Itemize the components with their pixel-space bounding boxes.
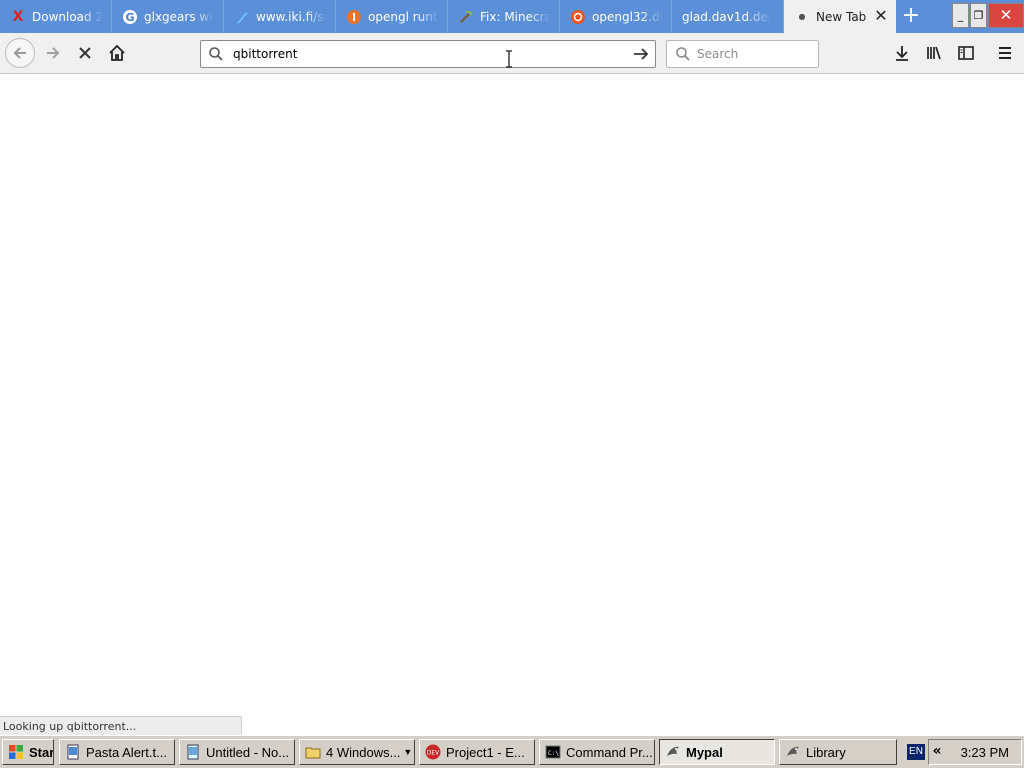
status-bar: Looking up qbittorrent...: [0, 716, 242, 735]
windows-logo-icon: [9, 745, 23, 759]
taskbar-item-untitled-notepad[interactable]: Untitled - No...: [179, 739, 295, 765]
mypal-icon: [667, 746, 679, 756]
taskbar-item-command-prompt[interactable]: C:\ Command Pr...: [539, 739, 655, 765]
sidebar-button[interactable]: [951, 39, 981, 67]
tab-fix-minecraft[interactable]: Fix: Minecraft: [448, 0, 560, 33]
restore-button[interactable]: ❐: [970, 3, 987, 28]
svg-text:G: G: [125, 11, 134, 24]
text-cursor-icon: [506, 50, 512, 68]
start-label: Start: [29, 744, 54, 760]
home-button[interactable]: [102, 39, 132, 67]
hamburger-menu-icon: [999, 47, 1011, 59]
tab-title: opengl32.dll fr: [592, 9, 663, 24]
search-bar[interactable]: [666, 40, 819, 68]
page-content: [0, 74, 1024, 735]
tab-opengl32[interactable]: opengl32.dll fr: [560, 0, 672, 33]
chevron-down-icon: ▼: [403, 747, 413, 757]
taskbar-item-label: Command Pr...: [566, 744, 653, 760]
search-input[interactable]: [697, 45, 807, 63]
svg-text:C:\: C:\: [548, 750, 559, 757]
folder-icon: [305, 747, 321, 759]
tab-title: www.iki.fi/sol: [256, 9, 327, 24]
mypal-icon: [787, 746, 799, 756]
tab-iki[interactable]: www.iki.fi/sol: [224, 0, 336, 33]
menu-button[interactable]: [990, 39, 1020, 67]
tab-title: Fix: Minecraft: [480, 9, 551, 24]
taskbar-item-mypal[interactable]: Mypal: [659, 739, 775, 765]
clock[interactable]: 3:23 PM: [961, 745, 1009, 760]
pickaxe-icon: [458, 9, 474, 25]
tab-new-tab[interactable]: ● New Tab ✕: [784, 0, 896, 33]
ubuntu-icon: [570, 9, 586, 25]
downloads-button[interactable]: [887, 39, 917, 67]
download-arrow-icon: [896, 46, 908, 61]
taskbar-item-label: Pasta Alert.t...: [86, 744, 167, 760]
search-icon: [209, 47, 223, 61]
close-window-button[interactable]: ✕: [988, 3, 1024, 28]
go-arrow-icon[interactable]: [632, 45, 650, 63]
tab-opengl-runtime[interactable]: opengl runtime: [336, 0, 448, 33]
taskbar-item-project1[interactable]: DEV Project1 - E...: [419, 739, 535, 765]
taskbar: Start Pasta Alert.t... Untitled - No... …: [0, 735, 1024, 768]
tab-title: New Tab: [816, 9, 867, 24]
arrow-right-icon: [47, 47, 60, 59]
library-button[interactable]: [919, 39, 949, 67]
tab-glad[interactable]: glad.dav1d.de/: [672, 0, 784, 33]
taskbar-item-label: Library: [806, 744, 846, 760]
google-icon: G: [122, 9, 138, 25]
tab-title: glad.dav1d.de/: [682, 9, 772, 24]
site-icon: [346, 9, 362, 25]
pen-icon: [234, 9, 250, 25]
url-bar[interactable]: [200, 40, 656, 68]
taskbar-item-label: Untitled - No...: [206, 744, 290, 760]
start-button[interactable]: Start: [2, 739, 54, 765]
language-indicator[interactable]: EN: [907, 744, 925, 760]
stop-button[interactable]: [70, 39, 100, 67]
arrow-left-icon: [13, 47, 26, 59]
taskbar-item-pasta-alert[interactable]: Pasta Alert.t...: [59, 739, 175, 765]
minimize-button[interactable]: _: [952, 3, 969, 28]
sidebar-icon: [958, 46, 974, 60]
taskbar-item-label: Project1 - E...: [446, 744, 525, 760]
loading-dot-icon: ●: [798, 12, 806, 21]
svg-text:DEV: DEV: [427, 750, 440, 757]
url-input[interactable]: [233, 45, 613, 63]
notepad-icon: [187, 744, 199, 760]
document-icon: [67, 744, 79, 760]
search-icon: [676, 47, 690, 61]
taskbar-item-windows-group[interactable]: 4 Windows... ▼: [299, 739, 415, 765]
tray-expand-button[interactable]: «: [930, 741, 944, 761]
tab-title: opengl runtime: [368, 9, 439, 24]
tab-strip: X Download 200 G glxgears windo www.iki.…: [0, 0, 1024, 33]
home-icon: [109, 44, 125, 61]
library-icon: [927, 46, 941, 60]
x-logo-icon: X: [12, 8, 24, 25]
devcpp-icon: DEV: [425, 744, 441, 760]
tab-download[interactable]: X Download 200: [0, 0, 112, 33]
taskbar-item-label: Mypal: [686, 744, 723, 760]
forward-button[interactable]: [38, 39, 68, 67]
close-tab-icon[interactable]: ✕: [874, 8, 888, 24]
back-button[interactable]: [5, 38, 35, 68]
cmd-icon: C:\: [545, 745, 561, 759]
window-controls: _ ❐ ✕: [951, 3, 1024, 28]
taskbar-item-library[interactable]: Library: [779, 739, 897, 765]
tab-title: glxgears windo: [144, 9, 215, 24]
tab-glxgears[interactable]: G glxgears windo: [112, 0, 224, 33]
stop-x-icon: [79, 47, 91, 59]
taskbar-item-label: 4 Windows...: [326, 744, 401, 760]
new-tab-button[interactable]: +: [896, 0, 926, 33]
tab-title: Download 200: [32, 9, 103, 24]
